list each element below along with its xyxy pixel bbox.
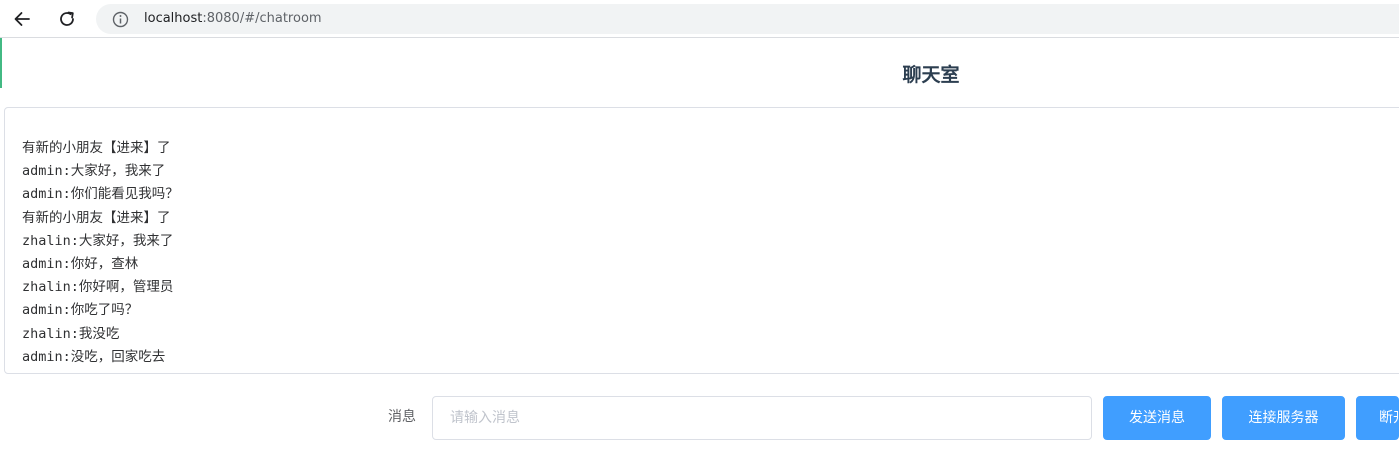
arrow-left-icon [14, 12, 30, 26]
message-line: 有新的小朋友【进来】了 [22, 209, 171, 226]
message-line: admin:你吃了吗？ [22, 302, 139, 319]
disconnect-button[interactable]: 断开 [1356, 396, 1399, 440]
send-message-button[interactable]: 发送消息 [1103, 396, 1211, 440]
url-path: :8080/#/chatroom [202, 11, 322, 26]
page-title: 聊天室 [902, 64, 960, 86]
url-text: localhost:8080/#/chatroom [144, 10, 322, 28]
message-line: admin:大家好，我来了 [22, 163, 166, 180]
message-line: 有新的小朋友【进来】了 [22, 140, 171, 156]
connect-server-button[interactable]: 连接服务器 [1222, 396, 1345, 440]
address-bar[interactable]: localhost:8080/#/chatroom [96, 4, 1399, 34]
reload-button[interactable] [53, 5, 81, 33]
message-line: zhalin:我没吃 [22, 325, 120, 342]
message-label: 消息 [388, 409, 416, 425]
message-line: admin:你们能看见我吗？ [22, 186, 179, 203]
message-line: zhalin:大家好，我来了 [22, 232, 174, 249]
back-button[interactable] [8, 5, 36, 33]
message-line: admin:你好，查林 [22, 256, 139, 273]
browser-toolbar: localhost:8080/#/chatroom [0, 0, 1399, 38]
reload-icon [60, 11, 74, 26]
message-list: 有新的小朋友【进来】了 admin:大家好，我来了 admin:你们能看见我吗？ 有新… [22, 137, 179, 369]
info-circle-icon[interactable] [111, 10, 129, 28]
message-line: zhalin:你好啊，管理员 [22, 279, 174, 296]
message-input[interactable] [432, 396, 1092, 440]
message-line: admin:没吃，回家吃去 [22, 348, 166, 365]
message-log[interactable]: 有新的小朋友【进来】了 admin:大家好，我来了 admin:你们能看见我吗？ 有新… [4, 107, 1399, 374]
url-host: localhost [144, 11, 203, 26]
